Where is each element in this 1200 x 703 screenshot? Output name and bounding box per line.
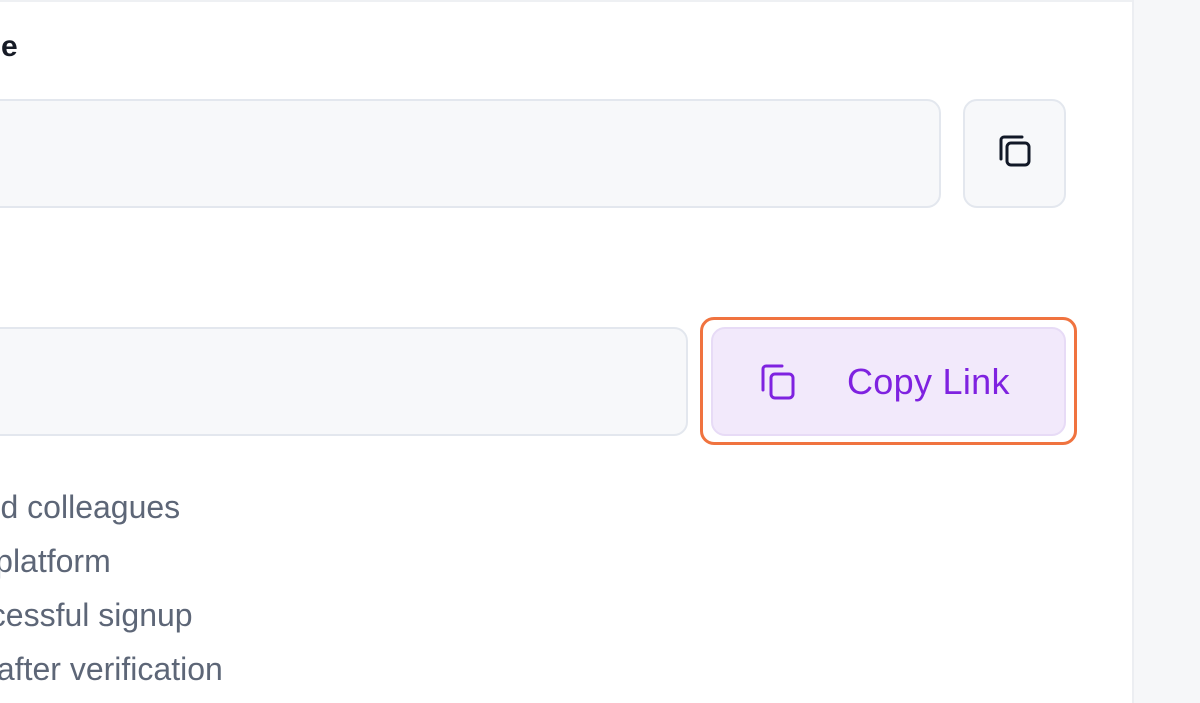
- right-gutter: [1132, 0, 1200, 703]
- referral-link-field[interactable]: [0, 327, 688, 436]
- instruction-item: our platform: [0, 543, 111, 579]
- referral-code-input[interactable]: [0, 101, 939, 206]
- copy-code-button[interactable]: [963, 99, 1066, 208]
- referral-instructions: s and colleagues our platform successful…: [0, 480, 223, 696]
- copy-link-button[interactable]: Copy Link: [711, 327, 1066, 436]
- referral-panel: ode Copy Link s and colleagues our platf…: [0, 0, 1200, 703]
- copy-icon: [993, 129, 1037, 178]
- instruction-item: successful signup: [0, 597, 193, 633]
- instruction-item: ally after verification: [0, 651, 223, 687]
- copy-icon: [757, 360, 801, 404]
- referral-code-field[interactable]: [0, 99, 941, 208]
- copy-link-label: Copy Link: [847, 360, 1010, 402]
- card-top-edge: [0, 0, 1132, 2]
- instruction-item: s and colleagues: [0, 489, 181, 525]
- referral-link-input[interactable]: [0, 329, 686, 434]
- referral-code-label: ode: [0, 30, 18, 63]
